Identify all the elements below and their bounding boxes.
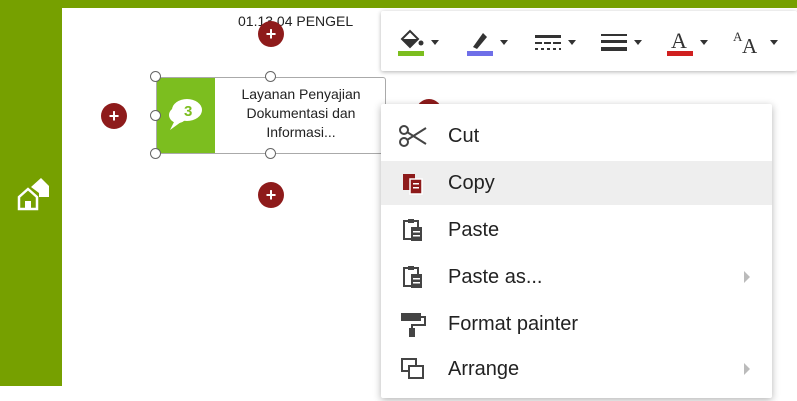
font-size-icon: A A <box>733 29 758 57</box>
menu-item-copy[interactable]: Copy <box>381 161 772 205</box>
add-node-top-button[interactable]: + <box>258 21 284 47</box>
scissors-icon <box>398 122 428 150</box>
arrange-icon <box>398 355 428 383</box>
resize-handle-top-left[interactable] <box>150 71 161 82</box>
home-icon[interactable] <box>15 173 49 211</box>
format-toolbar: A A A <box>381 11 797 71</box>
chevron-down-icon <box>700 39 708 45</box>
chevron-down-icon <box>568 39 576 45</box>
chevron-right-icon <box>744 271 750 283</box>
chevron-down-icon <box>770 39 778 45</box>
resize-handle-bottom[interactable] <box>265 148 276 159</box>
menu-item-label: Copy <box>448 171 495 194</box>
node-icon-box: 3 <box>157 78 215 153</box>
app-frame: 01.13.04 PENGEL 3 Layanan Penyajian Doku… <box>0 0 797 401</box>
add-node-bottom-button[interactable]: + <box>258 182 284 208</box>
top-border <box>62 0 797 8</box>
paste-icon <box>398 216 428 244</box>
chevron-right-icon <box>744 363 750 375</box>
chevron-down-icon <box>634 39 642 45</box>
menu-item-arrange[interactable]: Arrange <box>381 347 772 391</box>
copy-icon <box>398 169 428 197</box>
add-node-left-button[interactable]: + <box>101 103 127 129</box>
line-color-button[interactable] <box>465 23 508 61</box>
menu-item-label: Paste <box>448 218 500 241</box>
cloud-chat-icon: 3 <box>169 99 202 130</box>
chevron-down-icon <box>431 39 439 45</box>
menu-item-paste-as[interactable]: Paste as... <box>381 255 772 299</box>
fill-color-icon <box>398 29 424 56</box>
chevron-down-icon <box>500 39 508 45</box>
menu-item-paste[interactable]: Paste <box>381 208 772 252</box>
resize-handle-bottom-left[interactable] <box>150 148 161 159</box>
process-node[interactable]: 3 Layanan Penyajian Dokumentasi dan Info… <box>156 77 386 154</box>
menu-item-label: Cut <box>448 124 480 147</box>
paste-as-icon <box>398 263 428 291</box>
font-color-label: A <box>671 28 687 53</box>
context-menu: Cut Copy Paste Paste as... Format painte… <box>381 104 772 398</box>
line-style-icon <box>535 35 561 50</box>
menu-item-label: Format painter <box>448 312 579 335</box>
font-size-button[interactable]: A A <box>731 23 778 61</box>
paint-roller-icon <box>398 310 428 338</box>
font-color-icon: A <box>667 28 693 56</box>
line-color-icon <box>467 33 493 56</box>
svg-text:3: 3 <box>184 103 192 120</box>
font-color-button[interactable]: A <box>665 23 708 61</box>
menu-item-label: Arrange <box>448 357 520 380</box>
resize-handle-left[interactable] <box>150 110 161 121</box>
line-width-button[interactable] <box>599 23 642 61</box>
menu-item-label: Paste as... <box>448 265 543 288</box>
node-label: Layanan Penyajian Dokumentasi dan Inform… <box>241 86 361 140</box>
line-width-icon <box>601 34 627 51</box>
fill-color-button[interactable] <box>396 23 439 61</box>
diagram-title[interactable]: 01.13.04 PENGEL <box>238 13 353 29</box>
svg-text:A: A <box>742 34 758 57</box>
line-style-button[interactable] <box>533 23 576 61</box>
menu-item-format-painter[interactable]: Format painter <box>381 302 772 346</box>
sidebar <box>0 0 62 386</box>
resize-handle-top[interactable] <box>265 71 276 82</box>
menu-item-cut[interactable]: Cut <box>381 114 772 158</box>
